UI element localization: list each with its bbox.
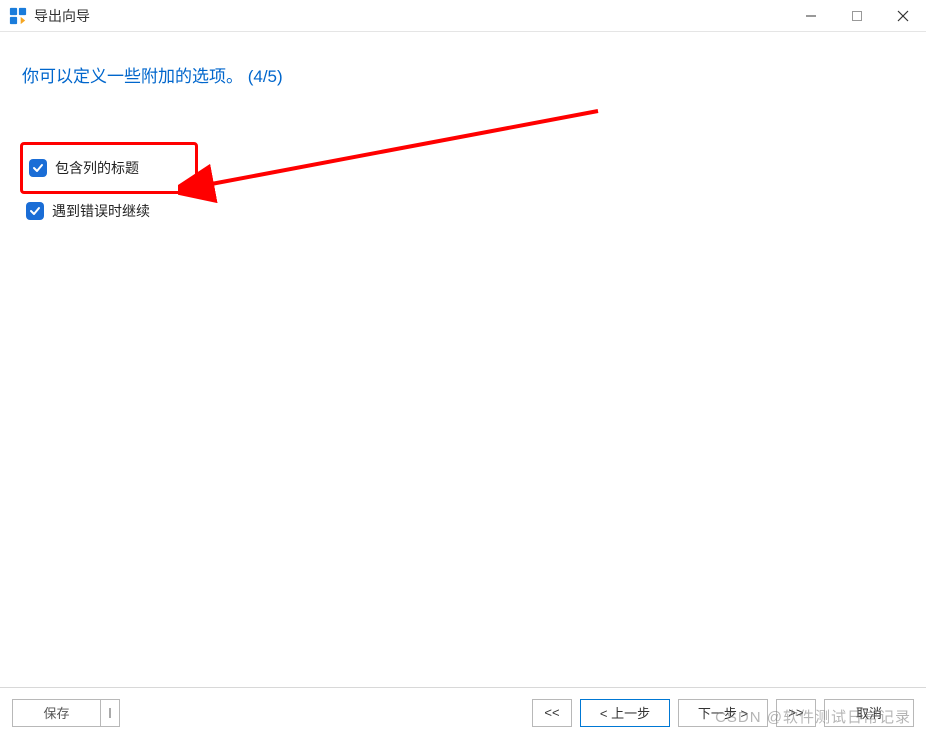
previous-button[interactable]: < 上一步	[580, 699, 670, 727]
window-controls	[788, 0, 926, 31]
checkbox-label: 遇到错误时继续	[52, 201, 150, 221]
cancel-button[interactable]: 取消	[824, 699, 914, 727]
checkbox-label: 包含列的标题	[55, 158, 139, 178]
checkbox-continue-on-error[interactable]: 遇到错误时继续	[20, 198, 906, 224]
save-button[interactable]: 保存	[12, 699, 100, 727]
minimize-button[interactable]	[788, 0, 834, 31]
save-dropdown-button[interactable]	[100, 699, 120, 727]
options-group: 包含列的标题 遇到错误时继续	[20, 142, 906, 224]
close-button[interactable]	[880, 0, 926, 31]
maximize-button[interactable]	[834, 0, 880, 31]
checkmark-icon	[29, 159, 47, 177]
titlebar: 导出向导	[0, 0, 926, 32]
window-title: 导出向导	[34, 6, 788, 26]
next-button[interactable]: 下一步 >	[678, 699, 768, 727]
last-page-button[interactable]: >>	[776, 699, 816, 727]
content-area: 你可以定义一些附加的选项。 (4/5) 包含列的标题 遇到错误时继续	[0, 32, 926, 687]
checkbox-include-titles[interactable]: 包含列的标题	[29, 155, 185, 181]
checkmark-icon	[26, 202, 44, 220]
app-icon	[8, 6, 28, 26]
highlight-box: 包含列的标题	[20, 142, 198, 194]
save-split-button: 保存	[12, 699, 120, 727]
page-headline: 你可以定义一些附加的选项。 (4/5)	[22, 62, 906, 87]
footer: 保存 << < 上一步 下一步 > >> 取消	[0, 687, 926, 737]
first-page-button[interactable]: <<	[532, 699, 572, 727]
